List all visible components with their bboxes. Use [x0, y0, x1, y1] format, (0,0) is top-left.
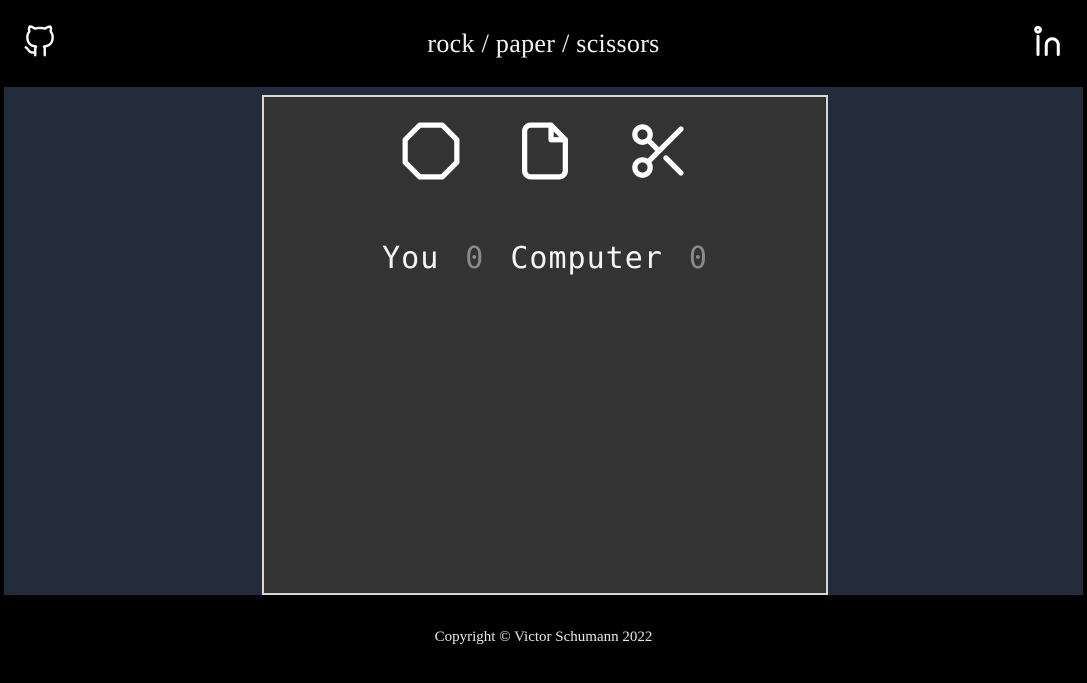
choice-button-scissors[interactable]: [619, 111, 699, 191]
github-link[interactable]: [18, 22, 62, 66]
github-octocat-icon: [21, 22, 59, 65]
computer-score-value: 0: [688, 241, 708, 276]
document-paper-icon: [512, 118, 578, 184]
choices-row: [264, 111, 826, 191]
computer-score-label: Computer: [510, 241, 663, 276]
browser-window: rock / paper / scissors You 0 Computer 0…: [0, 0, 1087, 683]
round-result-message: [264, 307, 826, 337]
site-footer: Copyright © Victor Schumann 2022: [0, 595, 1087, 683]
player-score-label: You: [382, 241, 440, 276]
scissors-icon: [626, 118, 692, 184]
octagon-rock-icon: [398, 118, 464, 184]
site-header: [0, 0, 1087, 87]
scoreboard: You 0 Computer 0: [264, 241, 826, 276]
copyright-text: Copyright © Victor Schumann 2022: [434, 629, 653, 645]
game-panel: You 0 Computer 0: [262, 95, 828, 595]
page-body: You 0 Computer 0: [4, 87, 1083, 595]
choice-button-rock[interactable]: [391, 111, 471, 191]
choice-button-paper[interactable]: [505, 111, 585, 191]
linkedin-in-icon: [1029, 23, 1065, 64]
linkedin-link[interactable]: [1025, 22, 1069, 66]
player-score-value: 0: [465, 241, 485, 276]
